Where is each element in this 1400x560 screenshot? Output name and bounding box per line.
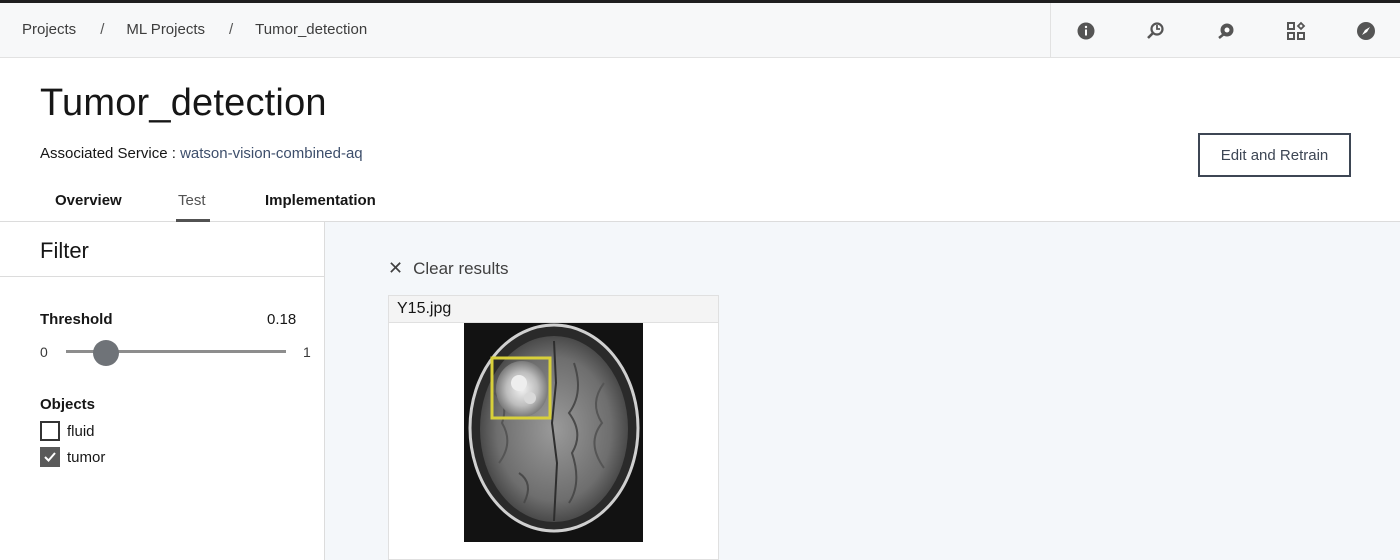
result-filename: Y15.jpg xyxy=(389,296,718,323)
grid-apps-icon xyxy=(1287,21,1306,40)
info-button[interactable] xyxy=(1051,3,1121,58)
info-icon xyxy=(1077,22,1095,39)
filter-panel: Filter Threshold 0.18 0 1 Objects fluid … xyxy=(0,222,325,560)
wrench-search-button[interactable] xyxy=(1121,3,1191,58)
edit-and-retrain-button[interactable]: Edit and Retrain xyxy=(1198,133,1351,177)
checkbox[interactable] xyxy=(40,421,60,441)
top-bar: Projects / ML Projects / Tumor_detection xyxy=(0,0,1400,58)
apps-button[interactable] xyxy=(1261,3,1331,58)
settings-button[interactable] xyxy=(1191,3,1261,58)
mri-scan-image xyxy=(464,323,643,542)
filter-title: Filter xyxy=(40,238,89,263)
settings-circle-icon xyxy=(1218,23,1234,39)
divider xyxy=(0,276,324,277)
object-checkbox-tumor[interactable]: tumor xyxy=(40,447,105,467)
close-icon: ✕ xyxy=(388,258,404,278)
checkbox[interactable] xyxy=(40,447,60,467)
slider-max-label: 1 xyxy=(303,344,311,360)
slider-min-label: 0 xyxy=(40,344,48,360)
associated-service: Associated Service : watson-vision-combi… xyxy=(40,145,363,162)
tab-implementation[interactable]: Implementation xyxy=(265,192,376,209)
breadcrumb-projects[interactable]: Projects xyxy=(22,21,76,38)
result-card[interactable]: Y15.jpg xyxy=(388,295,719,560)
breadcrumb-ml-projects[interactable]: ML Projects xyxy=(126,21,205,38)
breadcrumb-separator: / xyxy=(100,21,105,38)
page-title: Tumor_detection xyxy=(40,82,327,124)
breadcrumb-tumor-detection[interactable]: Tumor_detection xyxy=(255,21,367,38)
compass-button[interactable] xyxy=(1331,3,1400,58)
checkmark-icon xyxy=(44,452,56,462)
compass-icon xyxy=(1357,21,1375,40)
tab-test[interactable]: Test xyxy=(178,192,206,209)
breadcrumb-separator: / xyxy=(229,21,234,38)
breadcrumb: Projects / ML Projects / Tumor_detection xyxy=(22,21,367,38)
clear-results-label: Clear results xyxy=(413,258,509,278)
clear-results-button[interactable]: ✕ Clear results xyxy=(388,258,509,279)
object-label-tumor: tumor xyxy=(67,448,106,466)
threshold-slider-handle[interactable] xyxy=(92,340,119,366)
tab-bar: Overview Test Implementation xyxy=(0,186,1400,222)
associated-service-value[interactable]: watson-vision-combined-aq xyxy=(180,145,363,162)
tab-overview[interactable]: Overview xyxy=(55,192,122,209)
object-checkbox-fluid[interactable]: fluid xyxy=(40,421,95,441)
object-label-fluid: fluid xyxy=(67,422,95,440)
threshold-label: Threshold xyxy=(40,311,113,328)
associated-service-label: Associated Service : xyxy=(40,145,181,162)
threshold-value: 0.18 xyxy=(267,311,297,328)
objects-label: Objects xyxy=(40,396,96,413)
toolbar xyxy=(1050,3,1400,58)
wrench-search-icon xyxy=(1147,21,1164,39)
